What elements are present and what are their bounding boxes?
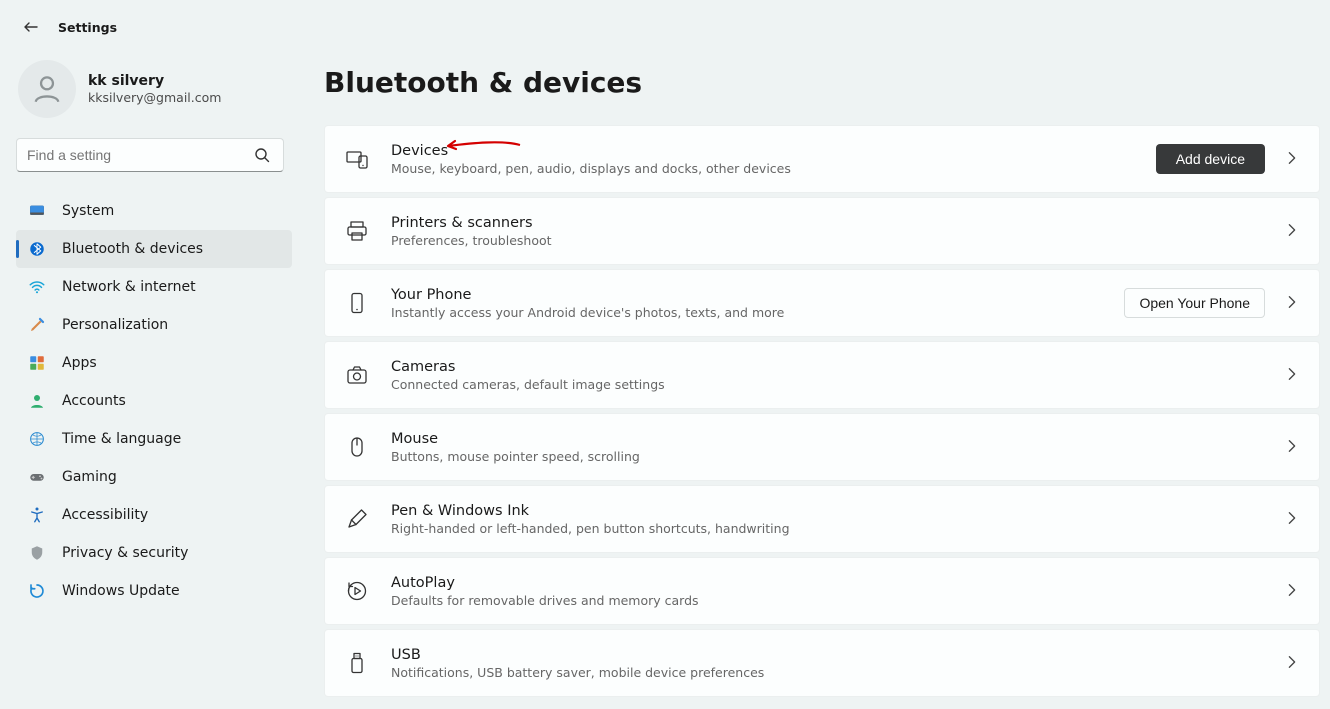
card-title: AutoPlay: [391, 575, 1265, 591]
system-icon: [28, 202, 46, 220]
card-subtitle: Instantly access your Android device's p…: [391, 305, 1104, 320]
card-subtitle: Connected cameras, default image setting…: [391, 377, 1265, 392]
card-subtitle: Right-handed or left-handed, pen button …: [391, 521, 1265, 536]
mouse-icon: [343, 433, 371, 461]
card-subtitle: Defaults for removable drives and memory…: [391, 593, 1265, 608]
camera-icon: [343, 361, 371, 389]
nav-item-access[interactable]: Accessibility: [16, 496, 292, 534]
usb-icon: [343, 649, 371, 677]
app-title: Settings: [58, 20, 117, 35]
card-title: Devices: [391, 143, 1136, 159]
chevron-right-icon: [1285, 439, 1301, 455]
card-phone[interactable]: Your Phone Instantly access your Android…: [324, 269, 1320, 337]
account-name: kk silvery: [88, 73, 221, 89]
gamepad-icon: [28, 468, 46, 486]
chevron-right-icon: [1285, 223, 1301, 239]
chevron-right-icon: [1285, 583, 1301, 599]
account-block[interactable]: kk silvery kksilvery@gmail.com: [16, 56, 292, 132]
account-email: kksilvery@gmail.com: [88, 90, 221, 105]
card-devices[interactable]: Devices Mouse, keyboard, pen, audio, dis…: [324, 125, 1320, 193]
card-subtitle: Preferences, troubleshoot: [391, 233, 1265, 248]
chevron-right-icon: [1285, 367, 1301, 383]
card-mouse[interactable]: Mouse Buttons, mouse pointer speed, scro…: [324, 413, 1320, 481]
card-title: Your Phone: [391, 287, 1104, 303]
card-title: Pen & Windows Ink: [391, 503, 1265, 519]
brush-icon: [28, 316, 46, 334]
nav-label: Windows Update: [62, 583, 180, 599]
settings-card-list: Devices Mouse, keyboard, pen, audio, dis…: [324, 125, 1320, 697]
search-box: [16, 138, 292, 172]
nav-item-globe[interactable]: Time & language: [16, 420, 292, 458]
bluetooth-icon: [28, 240, 46, 258]
nav-list: System Bluetooth & devices Network & inter…: [16, 192, 292, 610]
card-camera[interactable]: Cameras Connected cameras, default image…: [324, 341, 1320, 409]
devices-icon: [343, 145, 371, 173]
apps-icon: [28, 354, 46, 372]
nav-item-apps[interactable]: Apps: [16, 344, 292, 382]
card-pen[interactable]: Pen & Windows Ink Right-handed or left-h…: [324, 485, 1320, 553]
nav-label: Gaming: [62, 469, 117, 485]
card-usb[interactable]: USB Notifications, USB battery saver, mo…: [324, 629, 1320, 697]
chevron-right-icon: [1285, 295, 1301, 311]
person-icon: [28, 392, 46, 410]
nav-item-gamepad[interactable]: Gaming: [16, 458, 292, 496]
nav-item-person[interactable]: Accounts: [16, 382, 292, 420]
chevron-right-icon: [1285, 655, 1301, 671]
nav-label: Accounts: [62, 393, 126, 409]
phone-icon: [343, 289, 371, 317]
nav-label: Apps: [62, 355, 97, 371]
wifi-icon: [28, 278, 46, 296]
card-title: Printers & scanners: [391, 215, 1265, 231]
avatar: [18, 60, 76, 118]
nav-item-wifi[interactable]: Network & internet: [16, 268, 292, 306]
sidebar: kk silvery kksilvery@gmail.com System Blu…: [0, 40, 300, 709]
nav-label: Personalization: [62, 317, 168, 333]
nav-label: Accessibility: [62, 507, 148, 523]
chevron-right-icon: [1285, 151, 1301, 167]
nav-label: Network & internet: [62, 279, 196, 295]
card-printer[interactable]: Printers & scanners Preferences, trouble…: [324, 197, 1320, 265]
nav-item-brush[interactable]: Personalization: [16, 306, 292, 344]
globe-icon: [28, 430, 46, 448]
nav-item-system[interactable]: System: [16, 192, 292, 230]
card-subtitle: Notifications, USB battery saver, mobile…: [391, 665, 1265, 680]
back-button[interactable]: [22, 18, 40, 36]
card-title: USB: [391, 647, 1265, 663]
shield-icon: [28, 544, 46, 562]
chevron-right-icon: [1285, 511, 1301, 527]
nav-item-update[interactable]: Windows Update: [16, 572, 292, 610]
card-autoplay[interactable]: AutoPlay Defaults for removable drives a…: [324, 557, 1320, 625]
nav-item-bluetooth[interactable]: Bluetooth & devices: [16, 230, 292, 268]
open-your-phone-button[interactable]: Open Your Phone: [1124, 288, 1265, 318]
nav-label: Bluetooth & devices: [62, 241, 203, 257]
nav-item-shield[interactable]: Privacy & security: [16, 534, 292, 572]
nav-label: System: [62, 203, 114, 219]
nav-label: Privacy & security: [62, 545, 188, 561]
main-content: Bluetooth & devices Devices Mouse, keybo…: [300, 40, 1330, 709]
pen-icon: [343, 505, 371, 533]
add-device-button[interactable]: Add device: [1156, 144, 1265, 174]
access-icon: [28, 506, 46, 524]
card-title: Mouse: [391, 431, 1265, 447]
card-subtitle: Mouse, keyboard, pen, audio, displays an…: [391, 161, 1136, 176]
card-title: Cameras: [391, 359, 1265, 375]
printer-icon: [343, 217, 371, 245]
page-title: Bluetooth & devices: [324, 66, 1320, 99]
autoplay-icon: [343, 577, 371, 605]
card-subtitle: Buttons, mouse pointer speed, scrolling: [391, 449, 1265, 464]
update-icon: [28, 582, 46, 600]
search-input[interactable]: [16, 138, 284, 172]
nav-label: Time & language: [62, 431, 181, 447]
